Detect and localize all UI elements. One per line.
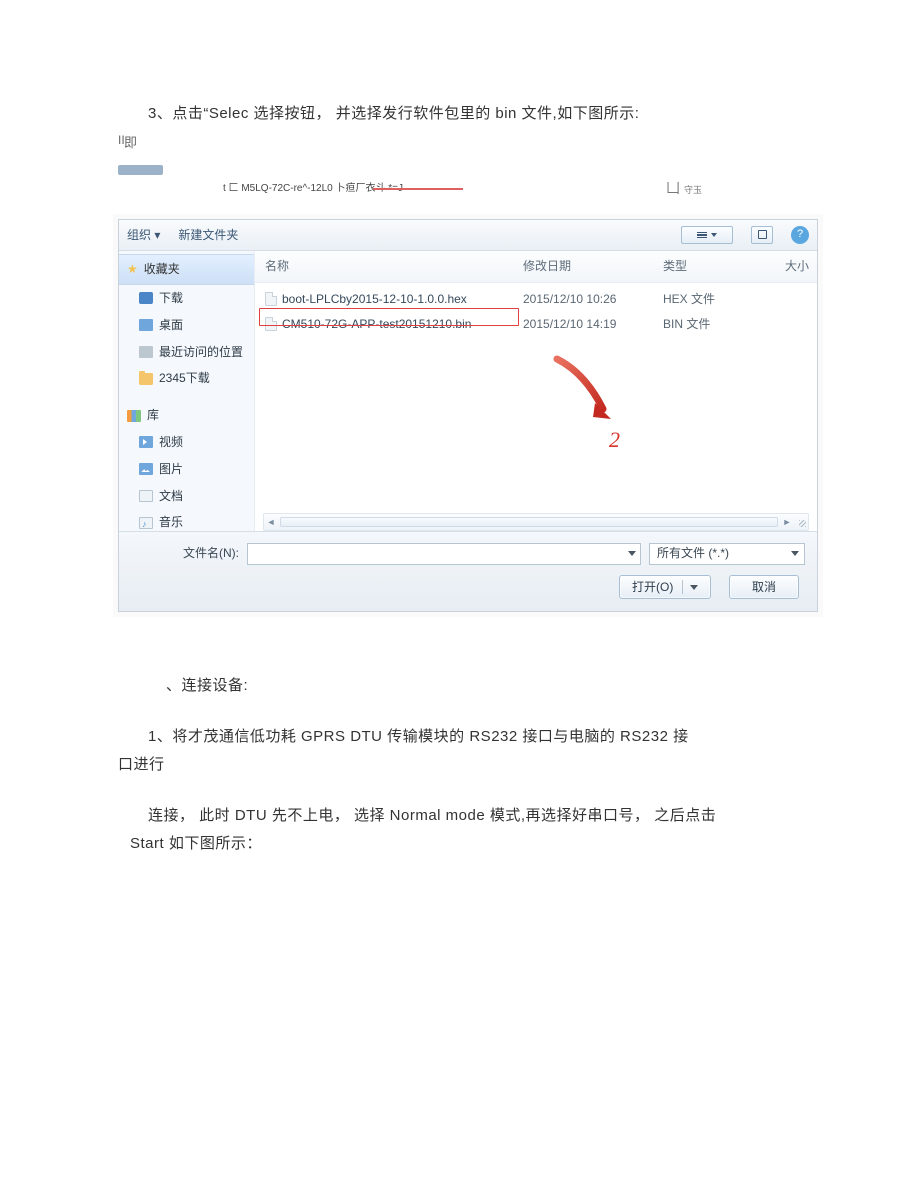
chevron-down-icon (690, 585, 698, 590)
fragment-ji: 即 (124, 135, 137, 150)
file-list: boot-LPLCby2015-12-10-1.0.0.hex 2015/12/… (255, 283, 817, 341)
dialog-toolbar: 组织 ▾ 新建文件夹 ? (119, 220, 817, 252)
dialog-footer: 文件名(N): 所有文件 (*.*) 打开(O) 取消 (119, 531, 817, 611)
decorative-blur-bar (118, 165, 163, 175)
help-icon: ? (797, 224, 803, 245)
star-icon: ★ (127, 258, 138, 281)
chevron-down-icon (628, 551, 636, 556)
sidebar-item-docs[interactable]: 文档 (119, 483, 254, 510)
organize-button[interactable]: 组织 ▾ (127, 224, 160, 247)
fragment-row: II 即 (118, 129, 810, 159)
cancel-button[interactable]: 取消 (729, 575, 799, 599)
sidebar-item-downloads[interactable]: 下载 (119, 285, 254, 312)
horizontal-scrollbar[interactable]: ◄ ► (263, 513, 809, 531)
sidebar-nav: ★ 收藏夹 下载 桌面 最近访问的位置 2345下载 库 视频 图片 文档 音乐 (119, 251, 255, 531)
list-icon (697, 232, 707, 239)
scroll-right-icon[interactable]: ► (780, 515, 794, 529)
filename-input[interactable] (247, 543, 641, 565)
col-type[interactable]: 类型 (663, 255, 759, 278)
sidebar-item-music[interactable]: 音乐 (119, 509, 254, 531)
fragment-mark: II (118, 129, 125, 152)
view-options-button[interactable] (681, 226, 733, 244)
section-connect-title: 、连接设备: (166, 672, 810, 701)
sidebar-item-recent[interactable]: 最近访问的位置 (119, 339, 254, 366)
file-icon (265, 317, 277, 331)
path-underline (373, 188, 463, 190)
scroll-left-icon[interactable]: ◄ (264, 515, 278, 529)
dialog-path-row: t 匚 M5LQ-72C-re^-12L0 卜疸厂衣斗 *=J 凵守玉 (118, 175, 810, 201)
new-folder-button[interactable]: 新建文件夹 (178, 224, 238, 247)
library-icon (127, 410, 141, 422)
file-row[interactable]: boot-LPLCby2015-12-10-1.0.0.hex 2015/12/… (261, 287, 811, 312)
filename-label: 文件名(N): (183, 542, 239, 565)
open-button[interactable]: 打开(O) (619, 575, 711, 599)
picture-icon (139, 463, 153, 475)
file-icon (265, 292, 277, 306)
col-date[interactable]: 修改日期 (523, 255, 663, 278)
document-icon (139, 490, 153, 502)
pane-icon (758, 230, 767, 239)
sidebar-item-desktop[interactable]: 桌面 (119, 312, 254, 339)
file-list-area: 名称 修改日期 类型 大小 boot-LPLCby2015-12-10-1.0.… (255, 251, 817, 531)
sidebar-favorites-label: 收藏夹 (144, 258, 180, 281)
col-name[interactable]: 名称 (265, 255, 523, 278)
download-icon (139, 292, 153, 304)
sidebar-group-favorites[interactable]: ★ 收藏夹 (119, 254, 254, 285)
col-size[interactable]: 大小 (759, 255, 809, 278)
chevron-down-icon (711, 233, 717, 237)
file-row[interactable]: CM510-72G-APP-test20151210.bin 2015/12/1… (261, 312, 811, 337)
path-right-box: 凵守玉 (666, 175, 702, 202)
connect-step-1b: 口进行 (118, 751, 810, 780)
sidebar-item-video[interactable]: 视频 (119, 429, 254, 456)
preview-pane-button[interactable] (751, 226, 773, 244)
connect-step-1a: 1、将才茂通信低功耗 GPRS DTU 传输模块的 RS232 接口与电脑的 R… (118, 723, 810, 752)
file-open-dialog: 组织 ▾ 新建文件夹 ? ★ 收藏夹 下载 桌面 最 (118, 219, 818, 613)
connect-step-2a: 连接， 此时 DTU 先不上电， 选择 Normal mode 模式,再选择好串… (118, 802, 810, 831)
chevron-down-icon (791, 551, 799, 556)
video-icon (139, 436, 153, 448)
sidebar-item-pictures[interactable]: 图片 (119, 456, 254, 483)
column-headers: 名称 修改日期 类型 大小 (255, 251, 817, 283)
connect-step-2b: Start 如下图所示： (130, 830, 810, 859)
music-icon (139, 517, 153, 529)
instruction-step-3: 3、点击“Selec 选择按钮， 并选择发行软件包里的 bin 文件,如下图所示… (118, 100, 810, 129)
recent-icon (139, 346, 153, 358)
scrollbar-thumb[interactable] (280, 517, 778, 527)
resize-grip-icon[interactable] (794, 515, 808, 529)
file-type-filter[interactable]: 所有文件 (*.*) (649, 543, 805, 565)
sidebar-group-libraries[interactable]: 库 (119, 402, 254, 429)
desktop-icon (139, 319, 153, 331)
help-button[interactable]: ? (791, 226, 809, 244)
folder-icon (139, 373, 153, 385)
sidebar-item-2345[interactable]: 2345下载 (119, 365, 254, 392)
